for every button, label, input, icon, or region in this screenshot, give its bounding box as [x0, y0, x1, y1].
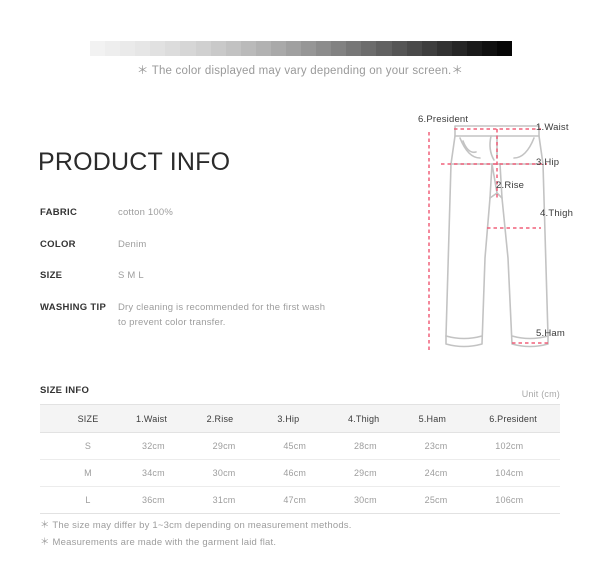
- diagram-label-rise: 2.Rise: [496, 180, 525, 191]
- gradient-swatch-4: [150, 41, 166, 56]
- list-item: FABRIC cotton 100%: [40, 206, 370, 221]
- gradient-swatch-22: [421, 41, 437, 56]
- gradient-swatch-0: [90, 41, 106, 56]
- column-header-size: SIZE: [40, 404, 136, 433]
- info-label-washing-tip: WASHING TIP: [40, 302, 107, 314]
- column-header-waist: 1.Waist: [136, 404, 207, 433]
- cell-rise: 29cm: [206, 432, 278, 460]
- cell-thigh: 29cm: [347, 459, 419, 487]
- gradient-swatch-17: [346, 41, 362, 56]
- info-value-color: Denim: [118, 238, 147, 250]
- info-label-fabric: FABRIC: [40, 207, 78, 218]
- diagram-label-president: 6.President: [418, 114, 469, 125]
- pants-measurement-diagram: 6.President 1.Waist 3.Hip 2.Rise 4.Thigh…: [408, 108, 600, 360]
- gradient-swatch-21: [406, 41, 422, 56]
- gradient-swatch-26: [482, 41, 498, 56]
- cell-hip: 46cm: [277, 459, 348, 487]
- size-info-title: SIZE INFO: [40, 385, 90, 396]
- size-info-table: SIZE 1.Waist 2.Rise 3.Hip 4.Thigh 5.Ham …: [40, 404, 560, 514]
- gradient-swatch-2: [120, 41, 136, 56]
- gradient-swatch-20: [391, 41, 407, 56]
- cell-size: S: [40, 432, 136, 460]
- cell-hip: 45cm: [277, 432, 348, 460]
- diagram-label-hip: 3.Hip: [536, 157, 560, 168]
- gradient-swatch-11: [255, 41, 271, 56]
- info-value-fabric: cotton 100%: [118, 207, 174, 218]
- cell-ham: 23cm: [418, 432, 490, 460]
- table-header-row: SIZE 1.Waist 2.Rise 3.Hip 4.Thigh 5.Ham …: [40, 404, 560, 433]
- gradient-swatch-9: [225, 41, 241, 56]
- column-header-president: 6.President: [489, 404, 560, 433]
- gradient-swatch-12: [270, 41, 287, 56]
- unit-note: Unit (cm): [521, 389, 560, 399]
- gradient-swatch-6: [180, 41, 196, 56]
- gradient-swatch-13: [286, 41, 302, 56]
- table-row: L 36cm 31cm 47cm 30cm 25cm 106cm: [40, 486, 560, 514]
- info-label-color: COLOR: [40, 238, 76, 250]
- column-header-rise: 2.Rise: [206, 404, 278, 433]
- gradient-swatch-24: [451, 41, 467, 56]
- garment-outline: [445, 125, 549, 348]
- product-info-list: FABRIC cotton 100% COLOR Denim SIZE S M …: [40, 206, 370, 348]
- cell-thigh: 30cm: [347, 486, 419, 514]
- diagram-label-thigh: 4.Thigh: [540, 208, 574, 219]
- gradient-swatch-27: [497, 41, 513, 56]
- gradient-swatch-7: [195, 41, 211, 56]
- cell-waist: 34cm: [136, 459, 207, 487]
- cell-rise: 30cm: [206, 459, 278, 487]
- cell-waist: 32cm: [136, 432, 207, 460]
- gradient-swatch-19: [376, 41, 392, 56]
- list-item: SIZE S M L: [40, 269, 370, 284]
- color-disclaimer-text: ＊ The color displayed may vary depending…: [136, 65, 464, 77]
- footnote-measurement-method: ＊ Measurements are made with the garment…: [40, 536, 277, 548]
- pants-illustration-svg: [428, 125, 551, 351]
- cell-president: 102cm: [489, 432, 560, 460]
- gradient-swatch-8: [210, 41, 226, 56]
- gradient-swatch-3: [135, 41, 151, 56]
- cell-president: 106cm: [489, 486, 560, 514]
- cell-size: M: [40, 459, 136, 487]
- gradient-swatch-10: [240, 41, 256, 56]
- column-header-hip: 3.Hip: [277, 404, 348, 433]
- info-value-washing-tip: Dry cleaning is recommended for the firs…: [118, 302, 326, 328]
- list-item: WASHING TIP Dry cleaning is recommended …: [40, 301, 370, 330]
- page-title: PRODUCT INFO: [38, 148, 231, 176]
- footnote-size-tolerance: ＊ The size may differ by 1~3cm depending…: [40, 520, 352, 531]
- table-body: S 32cm 29cm 45cm 28cm 23cm 102cm M 34cm …: [40, 432, 560, 514]
- cell-waist: 36cm: [136, 486, 207, 514]
- table-row: M 34cm 30cm 46cm 29cm 24cm 104cm: [40, 459, 560, 487]
- footnotes: ＊ The size may differ by 1~3cm depending…: [40, 518, 352, 551]
- cell-rise: 31cm: [206, 486, 278, 514]
- cell-size: L: [40, 486, 136, 514]
- cell-president: 104cm: [489, 459, 560, 487]
- gradient-swatch-15: [316, 41, 332, 56]
- color-gradient-strip: [90, 41, 513, 56]
- gradient-swatch-5: [165, 41, 181, 56]
- gradient-swatch-1: [105, 41, 121, 56]
- gradient-bar: [90, 41, 513, 56]
- gradient-swatch-23: [436, 41, 452, 56]
- cell-hip: 47cm: [277, 486, 348, 514]
- column-header-thigh: 4.Thigh: [347, 404, 419, 433]
- cell-ham: 24cm: [418, 459, 490, 487]
- table-row: S 32cm 29cm 45cm 28cm 23cm 102cm: [40, 432, 560, 460]
- info-value-size: S M L: [118, 270, 144, 282]
- cell-thigh: 28cm: [347, 432, 419, 460]
- gradient-swatch-25: [466, 41, 483, 56]
- diagram-label-waist: 1.Waist: [536, 122, 569, 133]
- column-header-ham: 5.Ham: [418, 404, 490, 433]
- cell-ham: 25cm: [418, 486, 490, 514]
- diagram-label-ham: 5.Ham: [536, 328, 565, 339]
- gradient-swatch-14: [301, 41, 317, 56]
- gradient-swatch-16: [331, 41, 347, 56]
- info-label-size: SIZE: [40, 270, 63, 282]
- list-item: COLOR Denim: [40, 238, 370, 253]
- product-info-page: ＊ The color displayed may vary depending…: [0, 0, 600, 567]
- gradient-swatch-18: [361, 41, 377, 56]
- table-header: SIZE 1.Waist 2.Rise 3.Hip 4.Thigh 5.Ham …: [40, 404, 560, 433]
